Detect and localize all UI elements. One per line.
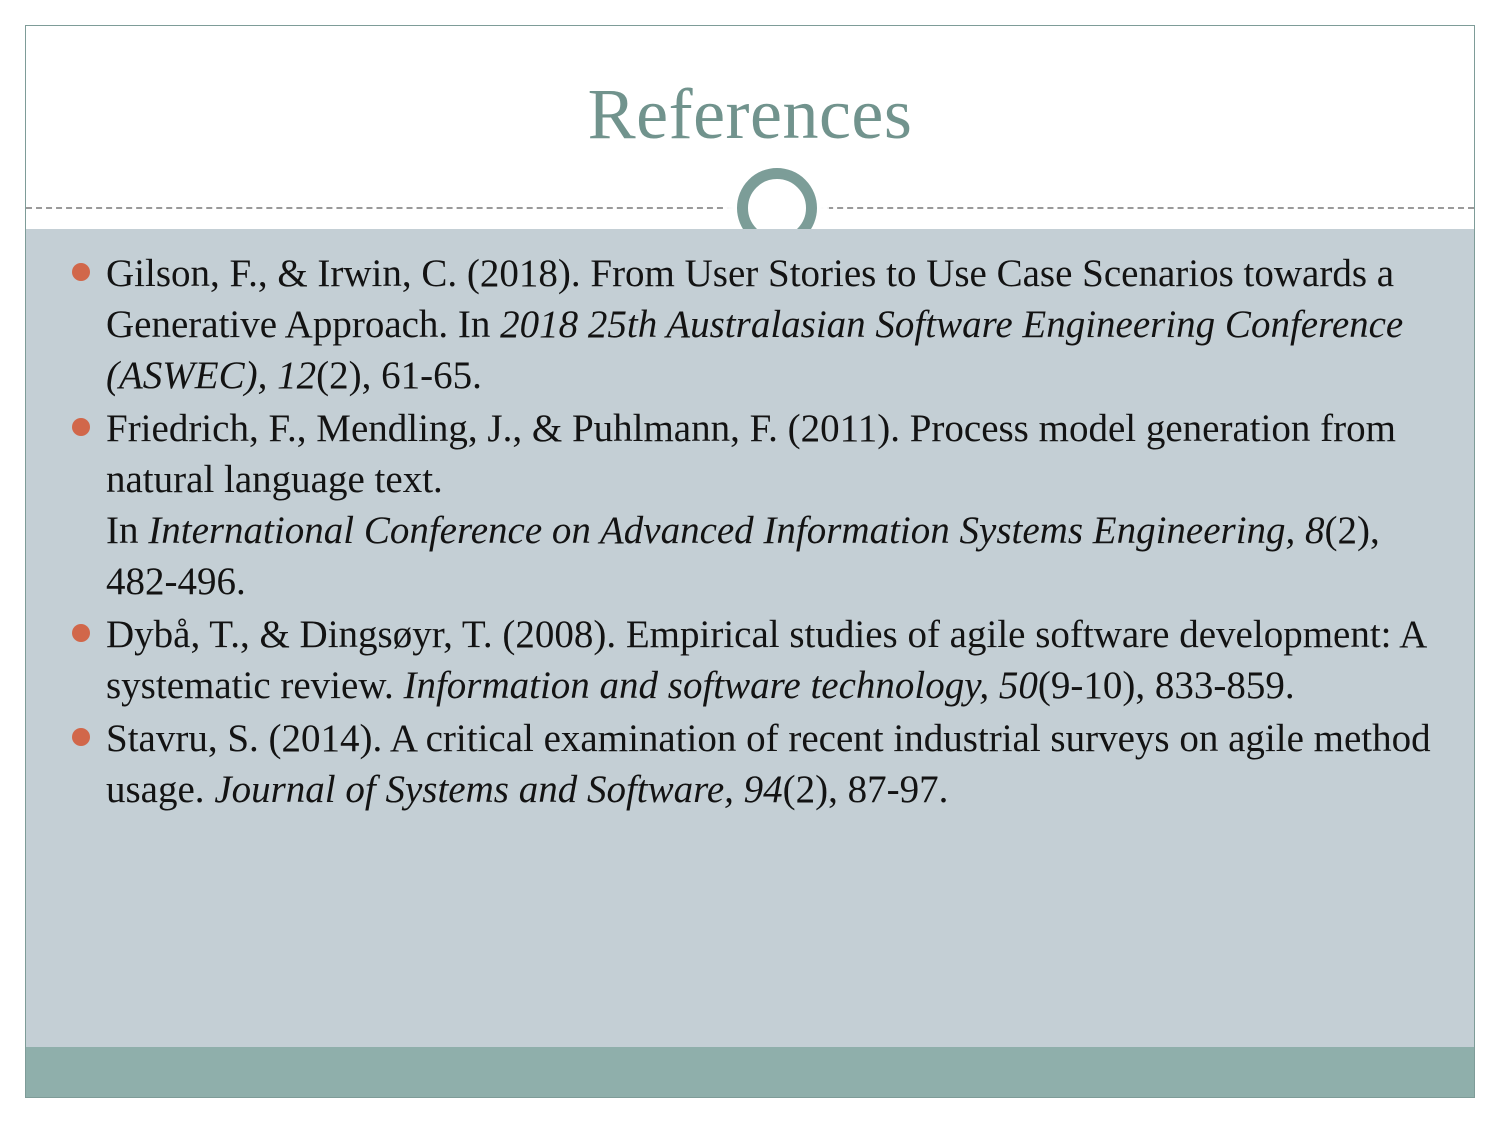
reference-text: Gilson, F., & Irwin, C. (2018). From Use… (106, 252, 1404, 397)
list-item: Friedrich, F., Mendling, J., & Puhlmann,… (64, 403, 1434, 607)
reference-text: Friedrich, F., Mendling, J., & Puhlmann,… (106, 407, 1396, 603)
reference-text: Dybå, T., & Dingsøyr, T. (2008). Empiric… (106, 613, 1426, 707)
reference-list: Gilson, F., & Irwin, C. (2018). From Use… (64, 248, 1434, 815)
presentation-slide: References Gilson, F., & Irwin, C. (2018… (25, 25, 1475, 1098)
page-title: References (587, 74, 913, 154)
reference-text: Stavru, S. (2014). A critical examinatio… (106, 717, 1431, 811)
slide-content-panel: Gilson, F., & Irwin, C. (2018). From Use… (26, 229, 1474, 1047)
list-item: Dybå, T., & Dingsøyr, T. (2008). Empiric… (64, 609, 1434, 711)
bullet-dot-icon (72, 263, 90, 281)
list-item: Stavru, S. (2014). A critical examinatio… (64, 713, 1434, 815)
footer-band (26, 1047, 1474, 1097)
list-item: Gilson, F., & Irwin, C. (2018). From Use… (64, 248, 1434, 401)
bullet-dot-icon (72, 624, 90, 642)
bullet-dot-icon (72, 728, 90, 746)
bullet-dot-icon (72, 418, 90, 436)
